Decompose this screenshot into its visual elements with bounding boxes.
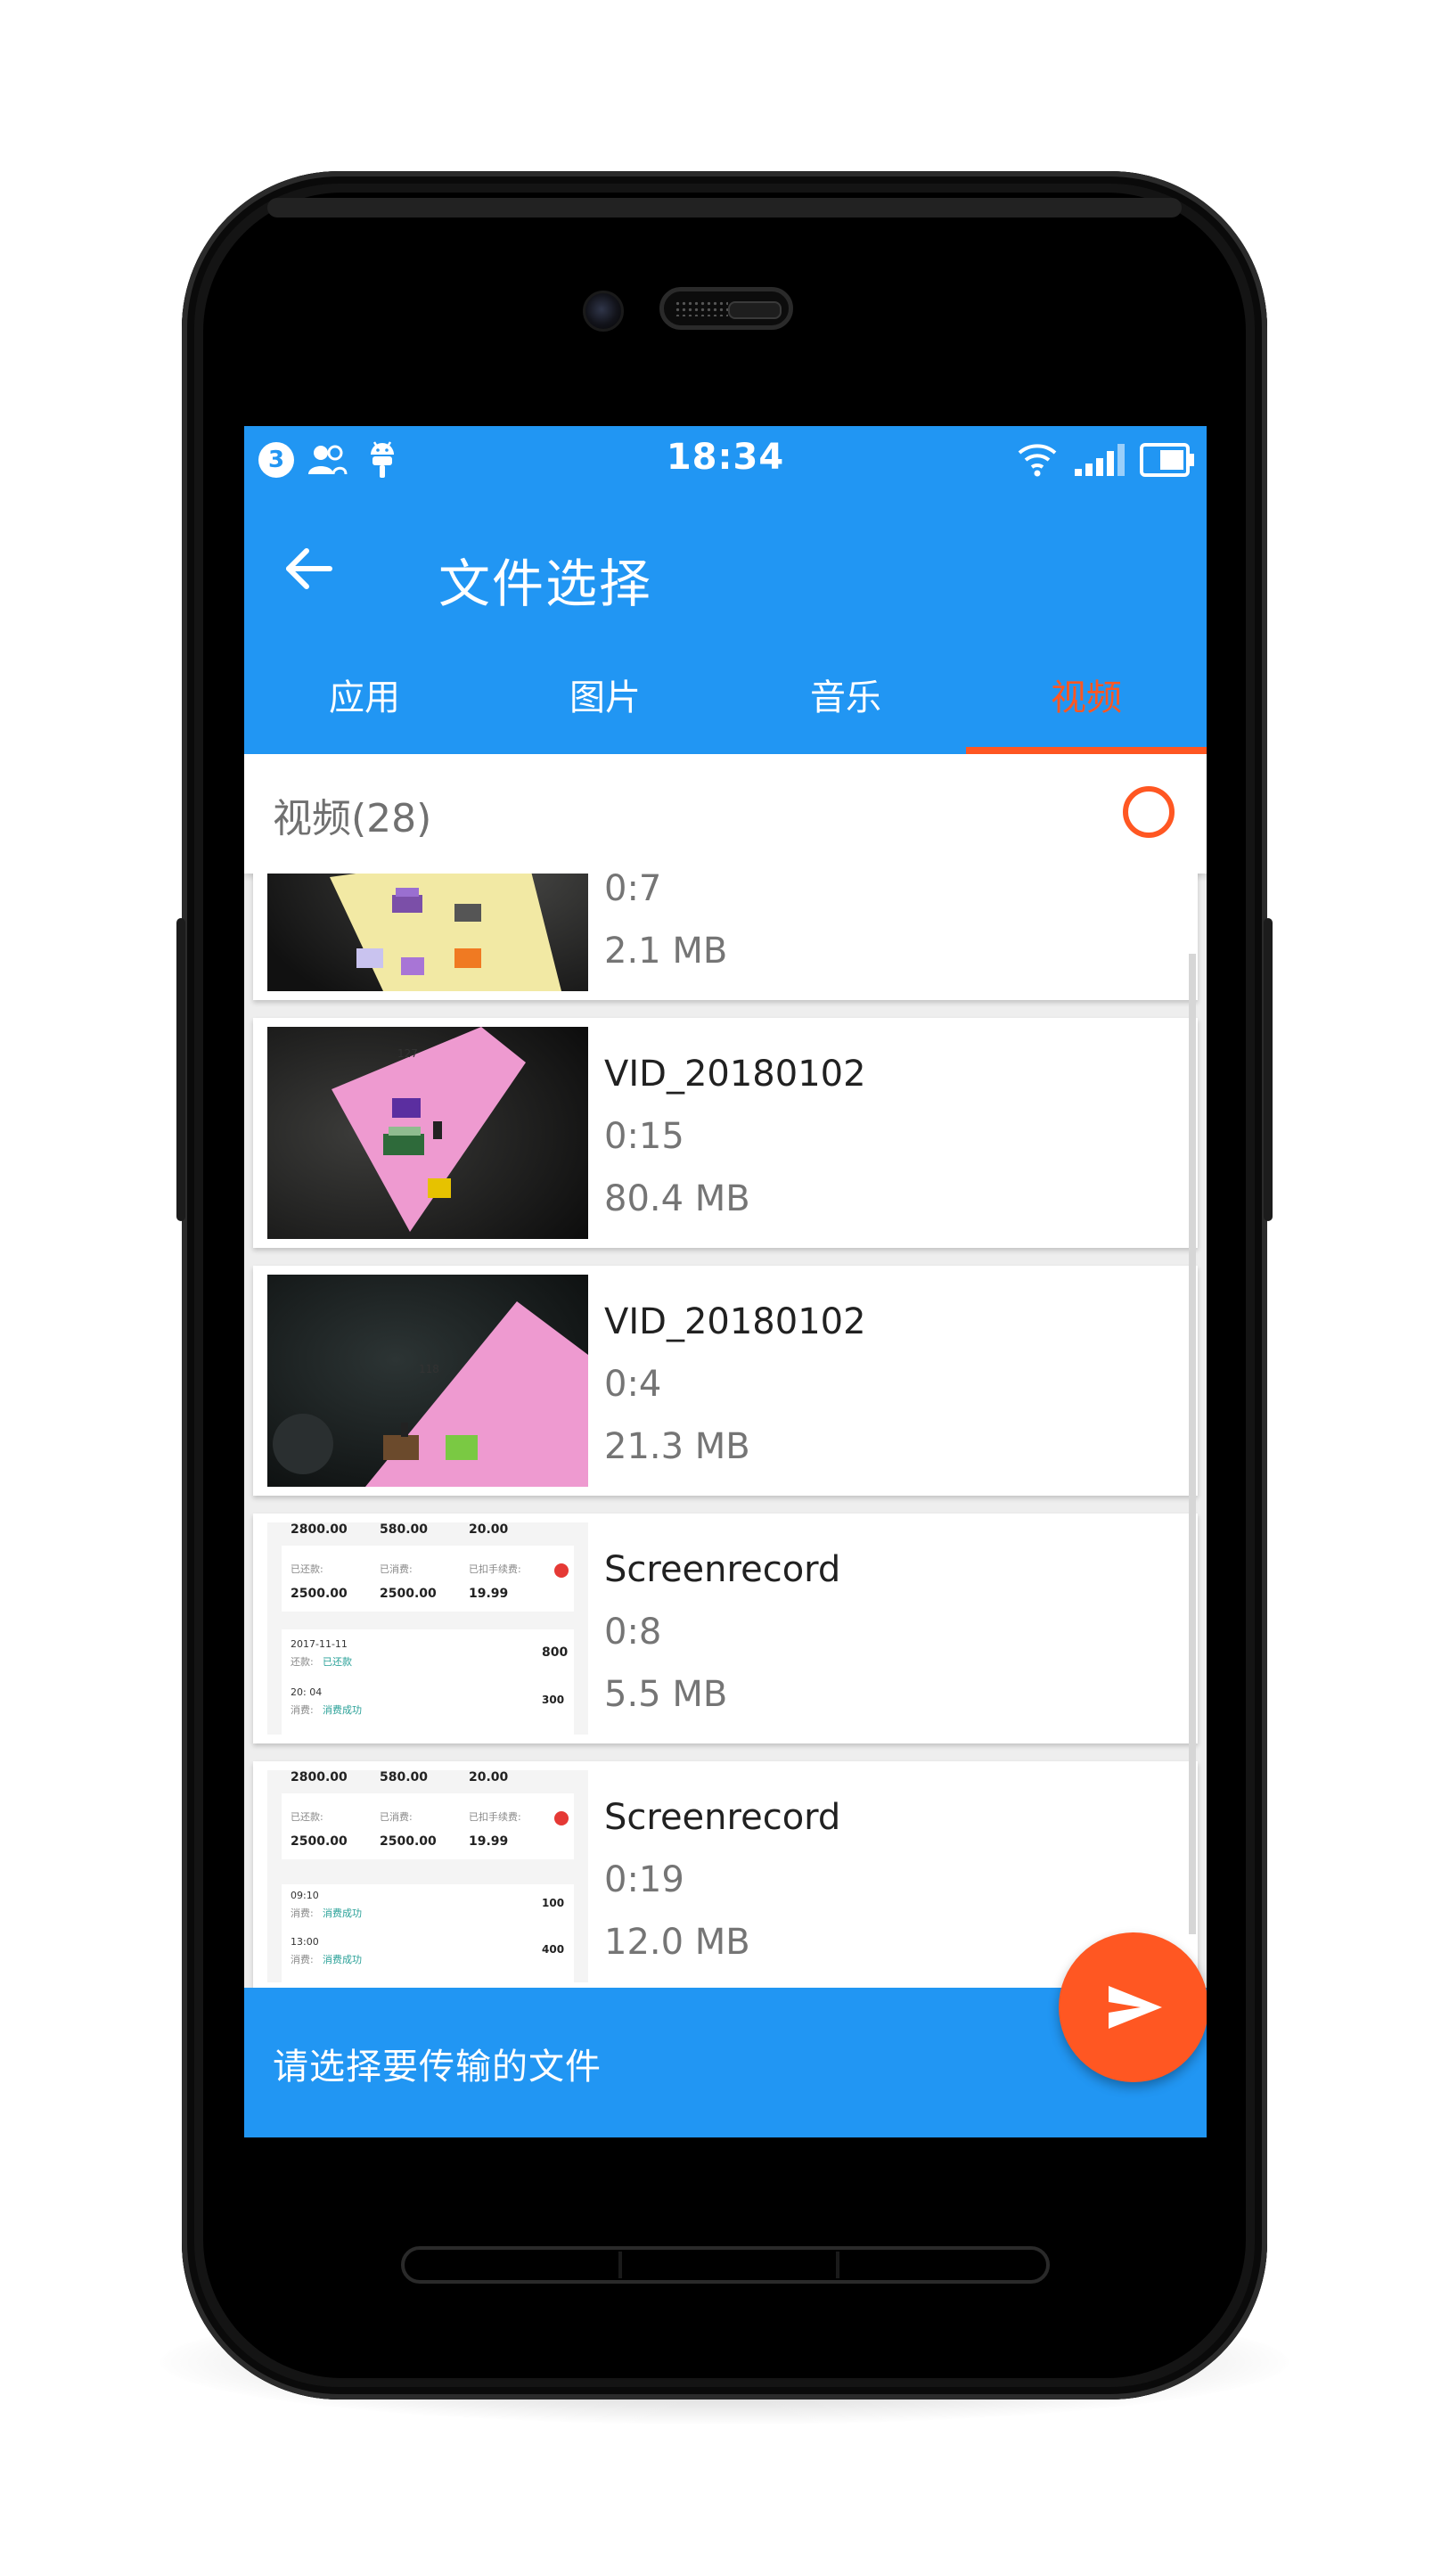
earpiece-speaker — [659, 287, 793, 330]
phone-home-bar[interactable] — [401, 2246, 1050, 2284]
front-camera — [583, 291, 624, 332]
screenrecord-preview: 2800.00 580.00 20.00 已还款: 已消费: 已扣手续费: 25… — [267, 1770, 588, 1982]
signal-icon — [1075, 444, 1125, 476]
video-list-item[interactable]: 118 VID_20180102 0:4 21.3 MB — [253, 1266, 1198, 1496]
select-all-checkbox[interactable] — [1123, 786, 1175, 838]
video-thumbnail: 2800.00 580.00 20.00 已还款: 已消费: 已扣手续费: 25… — [267, 1522, 588, 1735]
tab-music[interactable]: 音乐 — [725, 642, 966, 754]
game-score: 127 — [397, 1047, 418, 1060]
game-score: 118 — [419, 1363, 439, 1375]
video-list[interactable]: 0:7 2.1 MB 127 VID_20180102 0:15 80.4 MB… — [244, 874, 1207, 1988]
phone-side-button-left — [176, 918, 185, 1221]
video-name: Screenrecord — [604, 1797, 841, 1838]
video-list-item[interactable]: 2800.00 580.00 20.00 已还款: 已消费: 已扣手续费: 25… — [253, 1514, 1198, 1743]
page-title: 文件选择 — [438, 554, 653, 614]
phone-side-button-right — [1264, 918, 1273, 1221]
phone-screen: 3 18:34 文件选择 应用 图片 音乐 视频 视频(28) 0:7 2.1 … — [244, 426, 1207, 2137]
wifi-icon — [1018, 444, 1057, 477]
video-duration: 0:19 — [604, 1859, 684, 1900]
video-name: VID_20180102 — [604, 1054, 866, 1095]
video-duration: 0:8 — [604, 1612, 662, 1653]
video-section-header: 视频(28) — [244, 754, 1207, 874]
video-size: 2.1 MB — [604, 931, 728, 972]
tab-images[interactable]: 图片 — [485, 642, 725, 754]
video-thumbnail: 118 — [267, 1275, 588, 1487]
status-bar: 3 18:34 — [244, 426, 1207, 496]
list-scrollbar[interactable] — [1189, 954, 1196, 1934]
send-icon — [1109, 1986, 1162, 2029]
app-bar: 文件选择 — [244, 496, 1207, 642]
video-size: 12.0 MB — [604, 1922, 750, 1963]
video-name: Screenrecord — [604, 1549, 841, 1590]
tab-apps[interactable]: 应用 — [244, 642, 485, 754]
video-duration: 0:7 — [604, 874, 662, 909]
category-tabs: 应用 图片 音乐 视频 — [244, 642, 1207, 754]
screenrecord-preview: 2800.00 580.00 20.00 已还款: 已消费: 已扣手续费: 25… — [267, 1522, 588, 1735]
video-name: VID_20180102 — [604, 1301, 866, 1342]
video-thumbnail: 127 — [267, 1027, 588, 1239]
video-size: 80.4 MB — [604, 1178, 750, 1219]
send-button[interactable] — [1059, 1932, 1207, 2082]
video-list-item[interactable]: 2800.00 580.00 20.00 已还款: 已消费: 已扣手续费: 25… — [253, 1761, 1198, 1988]
tab-videos[interactable]: 视频 — [966, 642, 1207, 754]
selection-hint: 请选择要传输的文件 — [273, 2047, 602, 2088]
video-list-item[interactable]: 0:7 2.1 MB — [253, 874, 1198, 1000]
phone-top-edge — [267, 198, 1182, 217]
video-size: 5.5 MB — [604, 1674, 728, 1715]
video-duration: 0:15 — [604, 1116, 684, 1157]
video-duration: 0:4 — [604, 1364, 662, 1405]
arrow-left-icon[interactable] — [280, 540, 337, 597]
video-thumbnail — [267, 874, 588, 991]
battery-icon — [1140, 443, 1194, 477]
video-size: 21.3 MB — [604, 1426, 750, 1467]
video-list-item[interactable]: 127 VID_20180102 0:15 80.4 MB — [253, 1018, 1198, 1248]
video-thumbnail: 2800.00 580.00 20.00 已还款: 已消费: 已扣手续费: 25… — [267, 1770, 588, 1982]
section-title: 视频(28) — [273, 796, 432, 841]
status-clock: 18:34 — [666, 437, 785, 478]
